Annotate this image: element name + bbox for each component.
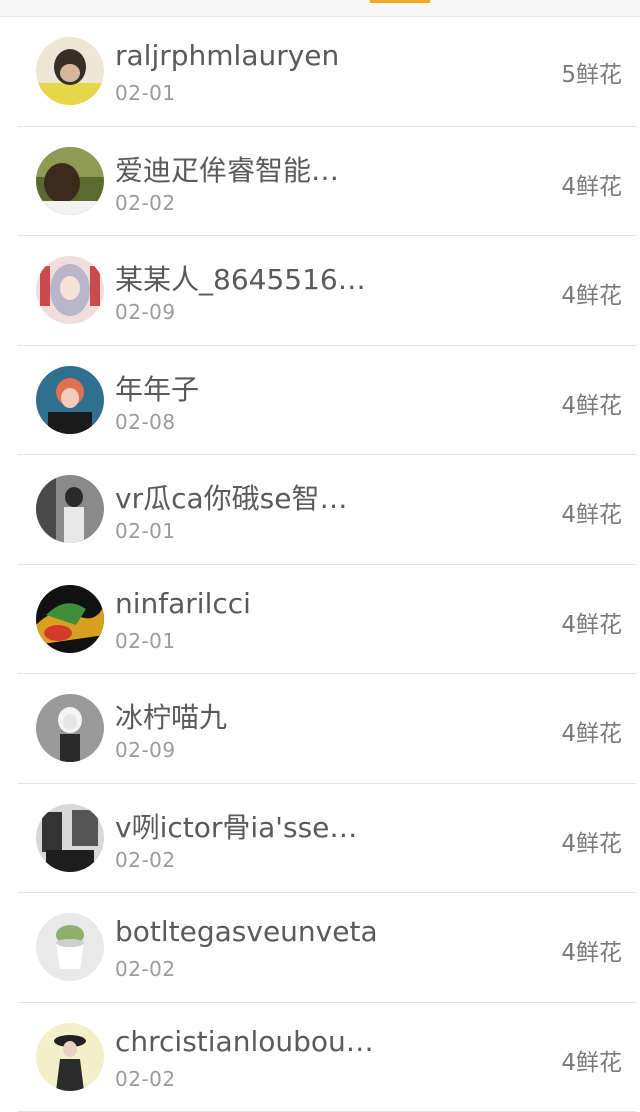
date-label: 02-02 [115, 957, 176, 981]
avatar[interactable] [36, 475, 104, 543]
avatar[interactable] [36, 37, 104, 105]
avatar[interactable] [36, 1023, 104, 1091]
date-label: 02-01 [115, 81, 176, 105]
flower-count: 4鲜花 [561, 276, 622, 310]
user-name: botltegasveunveta [115, 915, 378, 948]
flower-count: 4鲜花 [561, 386, 622, 420]
list-item[interactable]: 爱迪疋侔睿智能… 02-02 4鲜花 [18, 127, 636, 237]
avatar[interactable] [36, 804, 104, 872]
flower-count: 4鲜花 [561, 605, 622, 639]
flower-count: 4鲜花 [561, 824, 622, 858]
list-item[interactable]: botltegasveunveta 02-02 4鲜花 [18, 893, 636, 1003]
avatar[interactable] [36, 256, 104, 324]
list-item[interactable]: chrcistianloubou… 02-02 4鲜花 [18, 1003, 636, 1112]
flower-count: 4鲜花 [561, 495, 622, 529]
avatar[interactable] [36, 694, 104, 762]
avatar[interactable] [36, 147, 104, 215]
avatar[interactable] [36, 366, 104, 434]
list-item[interactable]: 冰柠喵九 02-09 4鲜花 [18, 674, 636, 784]
avatar[interactable] [36, 585, 104, 653]
user-name: vr瓜ca你硪se智… [115, 477, 347, 517]
flower-count: 5鲜花 [561, 55, 622, 89]
user-name: 某某人_8645516… [115, 258, 366, 298]
user-name: ninfarilcci [115, 587, 251, 620]
date-label: 02-09 [115, 300, 176, 324]
active-tab-indicator [370, 0, 430, 3]
user-name: 年年子 [115, 368, 199, 408]
list-item[interactable]: 某某人_8645516… 02-09 4鲜花 [18, 236, 636, 346]
top-tab-bar [0, 0, 640, 17]
user-name: v咧ictor骨ia'sse… [115, 806, 357, 846]
date-label: 02-09 [115, 738, 176, 762]
flower-count: 4鲜花 [561, 933, 622, 967]
user-name: 爱迪疋侔睿智能… [115, 149, 339, 189]
user-name: chrcistianloubou… [115, 1025, 374, 1058]
date-label: 02-01 [115, 629, 176, 653]
list-item[interactable]: raljrphmlauryen 02-01 5鲜花 [18, 17, 636, 127]
date-label: 02-08 [115, 410, 176, 434]
user-name: raljrphmlauryen [115, 39, 339, 72]
list-item[interactable]: 年年子 02-08 4鲜花 [18, 346, 636, 456]
user-name: 冰柠喵九 [115, 696, 227, 736]
list-item[interactable]: vr瓜ca你硪se智… 02-01 4鲜花 [18, 455, 636, 565]
date-label: 02-01 [115, 519, 176, 543]
flower-count: 4鲜花 [561, 167, 622, 201]
flower-count: 4鲜花 [561, 1043, 622, 1077]
list-item[interactable]: ninfarilcci 02-01 4鲜花 [18, 565, 636, 675]
date-label: 02-02 [115, 191, 176, 215]
list-item[interactable]: v咧ictor骨ia'sse… 02-02 4鲜花 [18, 784, 636, 894]
avatar[interactable] [36, 913, 104, 981]
flower-count: 4鲜花 [561, 714, 622, 748]
flower-ranking-list: raljrphmlauryen 02-01 5鲜花 爱迪疋侔睿智能… 02-02… [0, 17, 640, 1112]
date-label: 02-02 [115, 848, 176, 872]
date-label: 02-02 [115, 1067, 176, 1091]
